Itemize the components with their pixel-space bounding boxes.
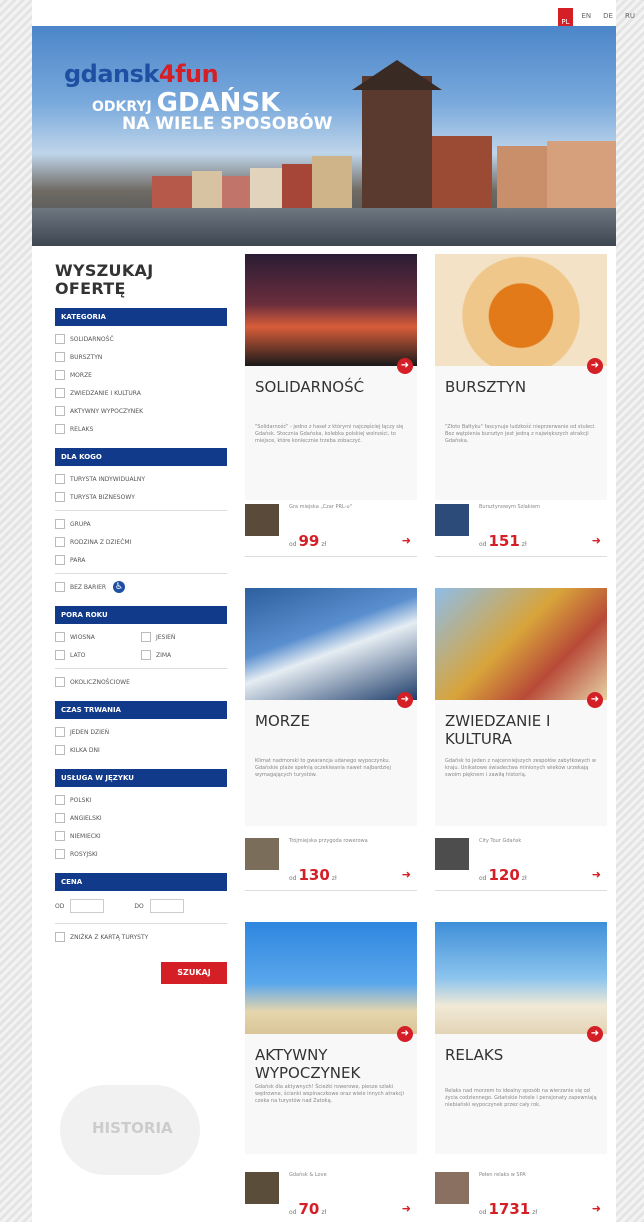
checkbox-karta-turysty[interactable]: ZNIŻKA Z KARTĄ TURYSTY (55, 928, 227, 946)
wheelchair-icon: ♿ (113, 581, 126, 593)
offer-thumbnail (245, 504, 279, 536)
checkbox-lato[interactable]: LATO (55, 646, 141, 664)
price-from-input[interactable] (70, 899, 105, 913)
checkbox-bez-barier[interactable]: BEZ BARIER ♿ (55, 578, 227, 596)
offer-item[interactable]: Gdańsk & Love od 70 zł ➜ (245, 1168, 417, 1222)
hero-tagline-2: NA WIELE SPOSOBÓW (122, 114, 333, 134)
arrow-right-icon[interactable]: ➜ (397, 358, 413, 374)
tag-cloud: HISTORIA (60, 1085, 200, 1175)
offer-item[interactable]: Gra miejska „Czar PRL-u" od 99 zł ➜ (245, 500, 417, 562)
card-image (245, 588, 417, 700)
section-kategoria: KATEGORIA (55, 308, 227, 326)
checkbox-jesien[interactable]: JESIEŃ (141, 628, 227, 646)
offer-item[interactable]: Bursztynowym Szlakiem od 151 zł ➜ (435, 500, 607, 562)
card-image (435, 254, 607, 366)
arrow-right-icon[interactable]: ➜ (592, 534, 601, 547)
sidebar-title: WYSZUKAJ OFERTĘ (55, 261, 154, 298)
card-title: SOLIDARNOŚĆ (255, 378, 365, 396)
offer-item[interactable]: Pełen relaks w SPA od 1731 zł ➜ (435, 1168, 607, 1222)
card-description: Klimat nadmorski to gwarancja udanego wy… (255, 758, 391, 778)
arrow-right-icon[interactable]: ➜ (592, 868, 601, 881)
price-to-label: DO (134, 902, 144, 910)
price-from-label: OD (55, 902, 65, 910)
checkbox-niemiecki[interactable]: NIEMIECKI (55, 827, 227, 845)
arrow-right-icon[interactable]: ➜ (397, 1026, 413, 1042)
card-title: RELAKS (445, 1046, 504, 1064)
offer-item[interactable]: City Tour Gdańsk od 120 zł ➜ (435, 834, 607, 896)
checkbox-solidarnosc[interactable]: SOLIDARNOŚĆ (55, 330, 227, 348)
card-title: MORZE (255, 712, 310, 730)
checkbox-rosyjski[interactable]: ROSYJSKI (55, 845, 227, 863)
arrow-right-icon[interactable]: ➜ (587, 358, 603, 374)
offer-price: od 151 zł (479, 532, 527, 550)
checkbox-polski[interactable]: POLSKI (55, 791, 227, 809)
checkbox-rodzina[interactable]: RODZINA Z DZIEĆMI (55, 533, 227, 551)
card-description: "Solidarność" - jedno z haseł z którymi … (255, 424, 404, 444)
checkbox-bursztyn[interactable]: BURSZTYN (55, 348, 227, 366)
arrow-right-icon[interactable]: ➜ (402, 868, 411, 881)
checkbox-relaks[interactable]: RELAKS (55, 420, 227, 438)
offer-price: od 70 zł (289, 1200, 327, 1218)
checkbox-morze[interactable]: MORZE (55, 366, 227, 384)
offer-thumbnail (435, 1172, 469, 1204)
river (32, 208, 616, 246)
arrow-right-icon[interactable]: ➜ (402, 534, 411, 547)
offer-thumbnail (435, 838, 469, 870)
price-to-input[interactable] (149, 899, 184, 913)
section-pora-roku: PORA ROKU (55, 606, 227, 624)
checkbox-wiosna[interactable]: WIOSNA (55, 628, 141, 646)
card-image (245, 922, 417, 1034)
card-image (245, 254, 417, 366)
checkbox-biznesowy[interactable]: TURYSTA BIZNESOWY (55, 488, 227, 506)
offer-thumbnail (245, 838, 279, 870)
offer-item[interactable]: Trójmiejska przygoda rowerowa od 130 zł ➜ (245, 834, 417, 896)
offer-price: od 130 zł (289, 866, 337, 884)
checkbox-kilka-dni[interactable]: KILKA DNI (55, 741, 227, 759)
arrow-right-icon[interactable]: ➜ (587, 1026, 603, 1042)
site-logo[interactable]: gdansk4fun (64, 60, 219, 88)
checkbox-angielski[interactable]: ANGIELSKI (55, 809, 227, 827)
section-dla-kogo: DLA KOGO (55, 448, 227, 466)
offer-thumbnail (435, 504, 469, 536)
checkbox-zwiedzanie[interactable]: ZWIEDZANIE I KULTURA (55, 384, 227, 402)
offer-price: od 1731 zł (479, 1200, 538, 1218)
lang-ru[interactable]: RU (622, 8, 638, 29)
card-image (435, 588, 607, 700)
search-button[interactable]: SZUKAJ (161, 962, 227, 984)
offer-thumbnail (245, 1172, 279, 1204)
checkbox-zima[interactable]: ZIMA (141, 646, 227, 664)
section-czas-trwania: CZAS TRWANIA (55, 701, 227, 719)
card-title: BURSZTYN (445, 378, 527, 396)
checkbox-aktywny[interactable]: AKTYWNY WYPOCZYNEK (55, 402, 227, 420)
checkbox-grupa[interactable]: GRUPA (55, 515, 227, 533)
card-description: Relaks nad morzem to idealny sposób na w… (445, 1088, 597, 1108)
card-title: ZWIEDZANIE I KULTURA (445, 712, 551, 748)
card-title: AKTYWNY WYPOCZYNEK (255, 1046, 361, 1082)
offer-price: od 120 zł (479, 866, 527, 884)
offer-price: od 99 zł (289, 532, 327, 550)
arrow-right-icon[interactable]: ➜ (397, 692, 413, 708)
section-usluga: USŁUGA W JĘZYKU (55, 769, 227, 787)
card-image (435, 922, 607, 1034)
arrow-right-icon[interactable]: ➜ (592, 1202, 601, 1215)
card-description: Gdańsk dla aktywnych! Ścieżki rowerowe, … (255, 1084, 404, 1104)
arrow-right-icon[interactable]: ➜ (402, 1202, 411, 1215)
checkbox-indywidualny[interactable]: TURYSTA INDYWIDUALNY (55, 470, 227, 488)
card-description: Gdańsk to jeden z najcenniejszych zespoł… (445, 758, 596, 778)
checkbox-para[interactable]: PARA (55, 551, 227, 569)
checkbox-jeden-dzien[interactable]: JEDEN DZIEŃ (55, 723, 227, 741)
hero-banner: gdansk4fun ODKRYJ GDAŃSK NA WIELE SPOSOB… (32, 26, 616, 246)
section-cena: CENA (55, 873, 227, 891)
checkbox-okolicznosciowe[interactable]: OKOLICZNOŚCIOWE (55, 673, 227, 691)
card-description: "Złoto Bałtyku" fascynuje ludzkość niepr… (445, 424, 596, 444)
search-sidebar: WYSZUKAJ OFERTĘ KATEGORIA SOLIDARNOŚĆ BUR… (55, 262, 227, 984)
arrow-right-icon[interactable]: ➜ (587, 692, 603, 708)
